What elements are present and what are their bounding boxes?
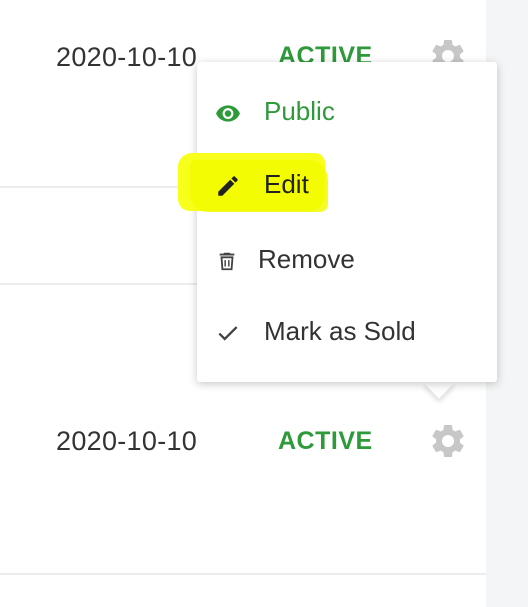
menu-item-remove[interactable]: Remove	[197, 230, 497, 290]
menu-item-edit-label: Edit	[264, 169, 309, 199]
row-actions-menu: Public Edit Remove Mark as Sold	[178, 62, 497, 382]
menu-item-remove-label: Remove	[258, 244, 355, 274]
row-divider	[0, 573, 486, 575]
pencil-icon	[215, 173, 241, 199]
menu-item-public-label: Public	[264, 96, 335, 126]
check-icon	[215, 320, 241, 346]
menu-item-edit[interactable]: Edit	[197, 155, 497, 215]
menu-item-public[interactable]: Public	[197, 82, 497, 142]
row-1-date: 2020-10-10	[56, 42, 198, 72]
menu-item-mark-as-sold-label: Mark as Sold	[264, 316, 416, 346]
row-2-settings-button[interactable]	[428, 421, 468, 461]
row-2-status-badge: ACTIVE	[278, 427, 373, 455]
listing-page: 2020-10-10 ACTIVE 2020-10-10 ACTIVE Publ…	[0, 0, 528, 607]
menu-item-mark-as-sold[interactable]: Mark as Sold	[197, 302, 497, 362]
trash-icon	[216, 250, 238, 272]
eye-icon	[215, 100, 241, 126]
gear-icon	[432, 424, 464, 457]
row-2-date: 2020-10-10	[56, 426, 198, 456]
